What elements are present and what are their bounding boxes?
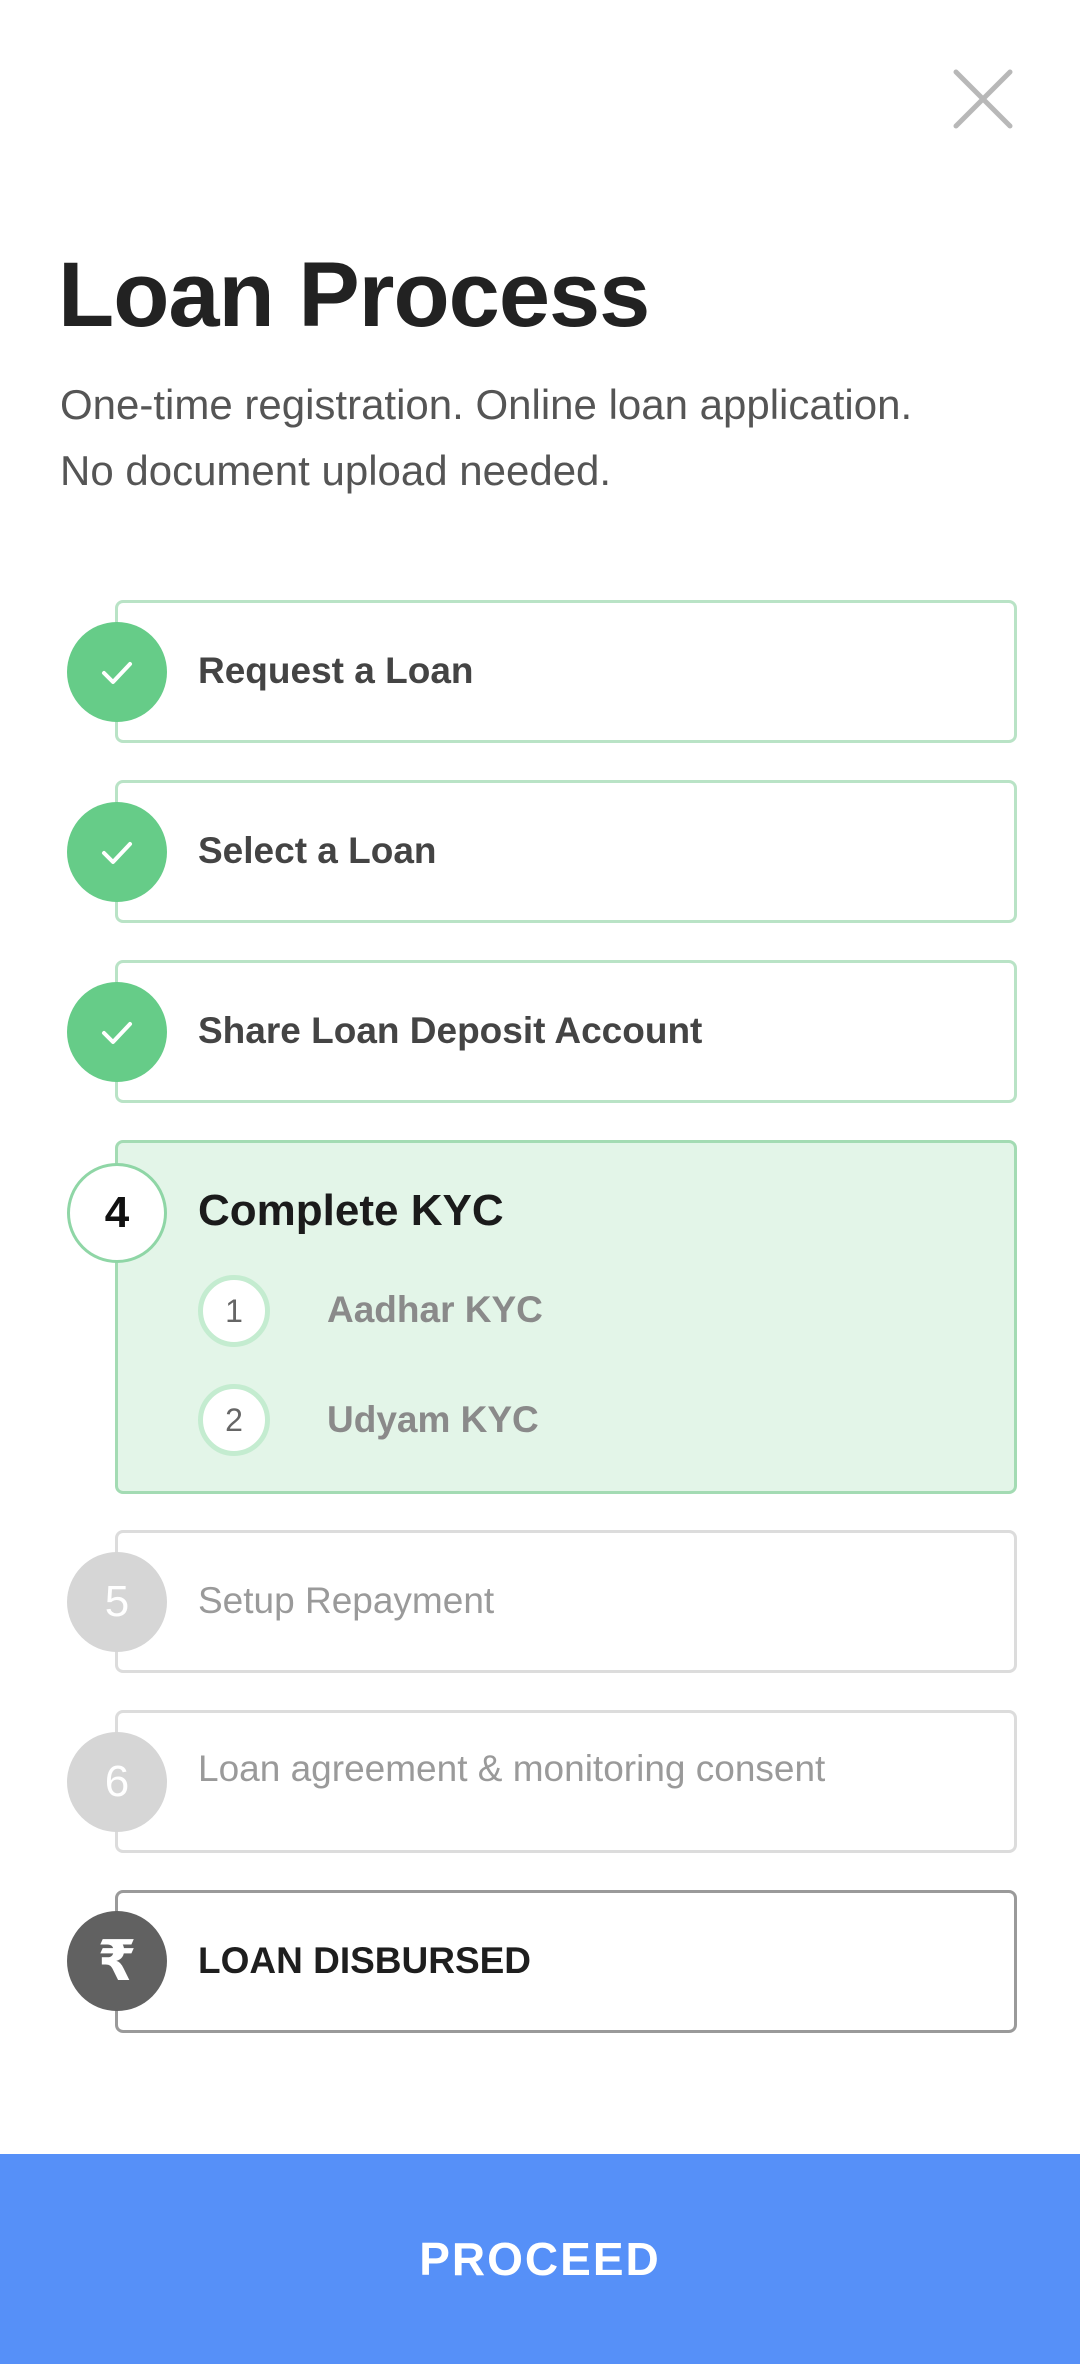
step-4-number-badge: 4 [67, 1163, 167, 1263]
step-7-label: LOAN DISBURSED [198, 1940, 532, 1981]
check-icon [102, 842, 132, 864]
substep-aadhar-kyc[interactable]: Aadhar KYC [327, 1285, 543, 1335]
step-6-number-badge: 6 [67, 1732, 167, 1832]
step-3-label: Share Loan Deposit Account [198, 1010, 703, 1051]
check-icon [102, 662, 132, 684]
check-icon [102, 1022, 132, 1044]
subtitle-line-1: One-time registration. Online loan appli… [60, 381, 913, 428]
close-icon [953, 69, 1013, 129]
step-1-check-badge [67, 622, 167, 722]
substep-udyam-kyc[interactable]: Udyam KYC [327, 1395, 539, 1445]
close-button[interactable] [950, 66, 1016, 132]
step-5-number-badge: 5 [67, 1552, 167, 1652]
proceed-button[interactable]: PROCEED [0, 2154, 1080, 2364]
page-subtitle: One-time registration. Online loan appli… [60, 372, 1020, 504]
rupee-icon: ₹ [67, 1911, 167, 2011]
subtitle-line-2: No document upload needed. [60, 447, 612, 494]
substep-1-number-badge: 1 [198, 1275, 270, 1347]
step-2-check-badge [67, 802, 167, 902]
step-3-check-badge [67, 982, 167, 1082]
step-6-label: Loan agreement & monitoring consent [198, 1748, 826, 1789]
substep-2-number-badge: 2 [198, 1384, 270, 1456]
page-title: Loan Process [58, 244, 650, 346]
step-5-label: Setup Repayment [198, 1580, 495, 1621]
step-1-label: Request a Loan [198, 650, 474, 691]
step-4-label: Complete KYC [198, 1186, 504, 1235]
step-2-label: Select a Loan [198, 830, 437, 871]
